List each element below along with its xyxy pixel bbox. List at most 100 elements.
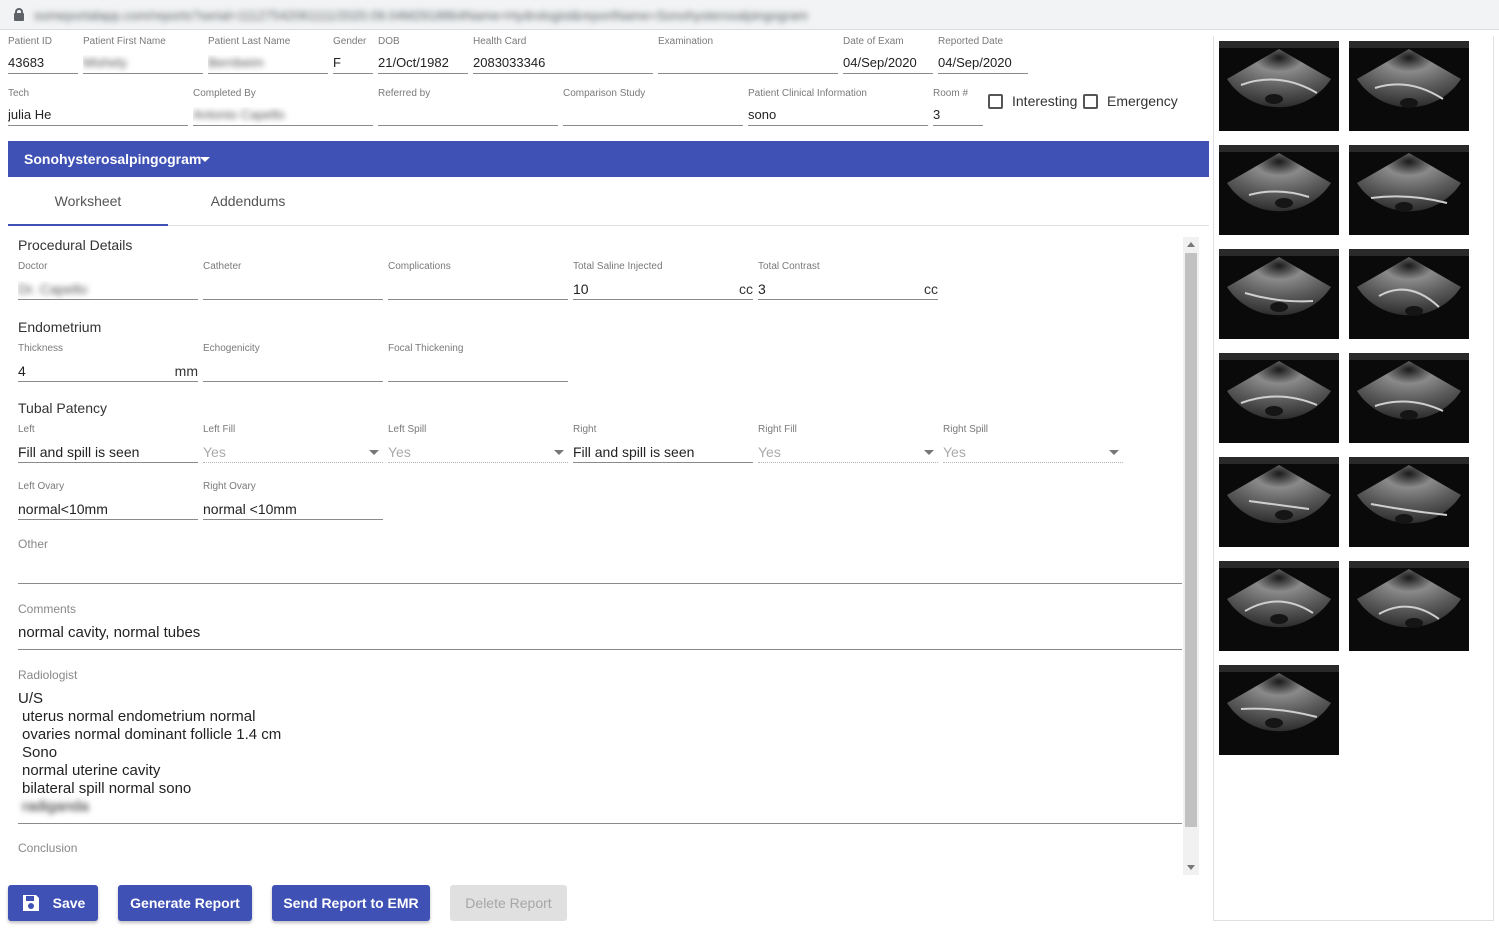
tab-worksheet[interactable]: Worksheet: [8, 177, 168, 226]
reported-date-value[interactable]: 04/Sep/2020: [938, 55, 1028, 74]
ultrasound-thumbnail[interactable]: [1219, 561, 1339, 651]
save-button[interactable]: Save: [8, 885, 98, 921]
browser-address-bar[interactable]: someportalapp.com/reports?serial=1112754…: [0, 0, 1499, 30]
caret-down-icon[interactable]: [200, 157, 210, 162]
ultrasound-thumbnail[interactable]: [1219, 457, 1339, 547]
ultrasound-thumbnail[interactable]: [1349, 41, 1469, 131]
comments-field[interactable]: Comments normal cavity, normal tubes: [18, 602, 1182, 650]
ultrasound-thumbnail[interactable]: [1219, 249, 1339, 339]
gender-field[interactable]: Gender F: [333, 36, 373, 74]
emergency-checkbox-box[interactable]: [1083, 93, 1098, 109]
left-tube-field[interactable]: Left Fill and spill is seen: [18, 424, 198, 463]
examination-field[interactable]: Examination: [658, 36, 838, 74]
comparison-study-field[interactable]: Comparison Study: [563, 88, 743, 126]
dob-field[interactable]: DOB 21/Oct/1982: [378, 36, 468, 74]
patient-id-value[interactable]: 43683: [8, 55, 78, 74]
left-ovary-value[interactable]: normal<10mm: [18, 501, 198, 520]
comments-value[interactable]: normal cavity, normal tubes: [18, 624, 1182, 650]
other-value[interactable]: [18, 551, 1182, 584]
right-ovary-value[interactable]: normal <10mm: [203, 501, 383, 520]
send-report-to-emr-button[interactable]: Send Report to EMR: [272, 885, 430, 921]
scroll-up-arrow-icon[interactable]: [1187, 242, 1195, 247]
completed-by-value: Antonio Capello: [193, 107, 285, 122]
catheter-field[interactable]: Catheter: [203, 261, 383, 300]
patient-id-field[interactable]: Patient ID 43683: [8, 36, 78, 74]
right-fill-select[interactable]: Right Fill Yes: [758, 424, 938, 463]
room-label: Room #: [933, 88, 969, 99]
left-spill-select[interactable]: Left Spill Yes: [388, 424, 568, 463]
ultrasound-thumbnail[interactable]: [1219, 353, 1339, 443]
examination-value[interactable]: [658, 55, 838, 74]
interesting-checkbox[interactable]: Interesting: [988, 93, 1077, 109]
total-contrast-field[interactable]: Total Contrast 3 cc: [758, 261, 938, 300]
ultrasound-thumbnail[interactable]: [1349, 457, 1469, 547]
address-url[interactable]: someportalapp.com/reports?serial=1112754…: [34, 8, 808, 23]
total-saline-field[interactable]: Total Saline Injected 10 cc: [573, 261, 753, 300]
referred-by-field[interactable]: Referred by: [378, 88, 558, 126]
dropdown-arrow-icon[interactable]: [554, 450, 564, 455]
scroll-down-arrow-icon[interactable]: [1187, 865, 1195, 870]
right-spill-select[interactable]: Right Spill Yes: [943, 424, 1123, 463]
patient-last-name-field[interactable]: Patient Last Name Bernbeim: [208, 36, 328, 74]
radiologist-line: normal uterine cavity: [22, 762, 161, 779]
completed-by-field[interactable]: Completed By Antonio Capello: [193, 88, 373, 126]
scrollbar-thumb[interactable]: [1185, 253, 1197, 827]
right-ovary-label: Right Ovary: [203, 481, 256, 492]
generate-report-button[interactable]: Generate Report: [118, 885, 252, 921]
tech-value[interactable]: julia He: [8, 107, 188, 126]
referred-by-value[interactable]: [378, 107, 558, 126]
catheter-value[interactable]: [203, 281, 383, 300]
focal-thickening-value[interactable]: [388, 363, 568, 382]
doctor-field[interactable]: Doctor Dr. Capello: [18, 261, 198, 300]
right-tube-field[interactable]: Right Fill and spill is seen: [573, 424, 753, 463]
ultrasound-thumbnail[interactable]: [1349, 145, 1469, 235]
health-card-field[interactable]: Health Card 2083033346: [473, 36, 653, 74]
thickness-field[interactable]: Thickness 4 mm: [18, 343, 198, 382]
interesting-checkbox-box[interactable]: [988, 93, 1003, 109]
radiologist-line: bilateral spill normal sono: [22, 780, 192, 797]
left-tube-value[interactable]: Fill and spill is seen: [18, 444, 198, 463]
echogenicity-field[interactable]: Echogenicity: [203, 343, 383, 382]
health-card-value[interactable]: 2083033346: [473, 55, 653, 74]
complications-value[interactable]: [388, 281, 568, 300]
interesting-label: Interesting: [1012, 93, 1078, 109]
room-field[interactable]: Room # 3: [933, 88, 983, 126]
emergency-checkbox[interactable]: Emergency: [1083, 93, 1178, 109]
left-ovary-field[interactable]: Left Ovary normal<10mm: [18, 481, 198, 520]
date-of-exam-value[interactable]: 04/Sep/2020: [843, 55, 933, 74]
dropdown-arrow-icon[interactable]: [369, 450, 379, 455]
patient-first-name-field[interactable]: Patient First Name Mishely: [83, 36, 203, 74]
ultrasound-thumbnail[interactable]: [1349, 561, 1469, 651]
ultrasound-thumbnail[interactable]: [1219, 41, 1339, 131]
dropdown-arrow-icon[interactable]: [1109, 450, 1119, 455]
dropdown-arrow-icon[interactable]: [924, 450, 934, 455]
left-fill-select[interactable]: Left Fill Yes: [203, 424, 383, 463]
comparison-study-value[interactable]: [563, 107, 743, 126]
exam-type-bar[interactable]: Sonohysterosalpingogram: [8, 141, 1209, 177]
ultrasound-thumbnail[interactable]: [1349, 353, 1469, 443]
complications-field[interactable]: Complications: [388, 261, 568, 300]
radiologist-textarea[interactable]: U/S uterus normal endometrium normal ova…: [18, 688, 1182, 824]
gender-value[interactable]: F: [333, 55, 373, 74]
echogenicity-value[interactable]: [203, 363, 383, 382]
tech-field[interactable]: Tech julia He: [8, 88, 188, 126]
date-of-exam-field[interactable]: Date of Exam 04/Sep/2020: [843, 36, 933, 74]
ultrasound-thumbnail[interactable]: [1219, 145, 1339, 235]
right-tube-value[interactable]: Fill and spill is seen: [573, 444, 753, 463]
completed-by-label: Completed By: [193, 88, 256, 99]
conclusion-field[interactable]: Conclusion: [18, 841, 1182, 855]
ultrasound-thumbnail[interactable]: [1219, 665, 1339, 755]
room-value[interactable]: 3: [933, 107, 983, 126]
ultrasound-thumbnail[interactable]: [1349, 249, 1469, 339]
reported-date-field[interactable]: Reported Date 04/Sep/2020: [938, 36, 1028, 74]
clinical-info-field[interactable]: Patient Clinical Information sono: [748, 88, 928, 126]
clinical-info-value[interactable]: sono: [748, 107, 928, 126]
tab-addendums[interactable]: Addendums: [168, 177, 328, 225]
send-report-label: Send Report to EMR: [283, 895, 419, 911]
right-ovary-field[interactable]: Right Ovary normal <10mm: [203, 481, 383, 520]
dob-value[interactable]: 21/Oct/1982: [378, 55, 468, 74]
focal-thickening-field[interactable]: Focal Thickening: [388, 343, 568, 382]
other-field[interactable]: Other: [18, 537, 1182, 584]
radiologist-field[interactable]: Radiologist U/S uterus normal endometriu…: [18, 668, 1182, 824]
worksheet-scrollbar[interactable]: [1183, 237, 1199, 875]
